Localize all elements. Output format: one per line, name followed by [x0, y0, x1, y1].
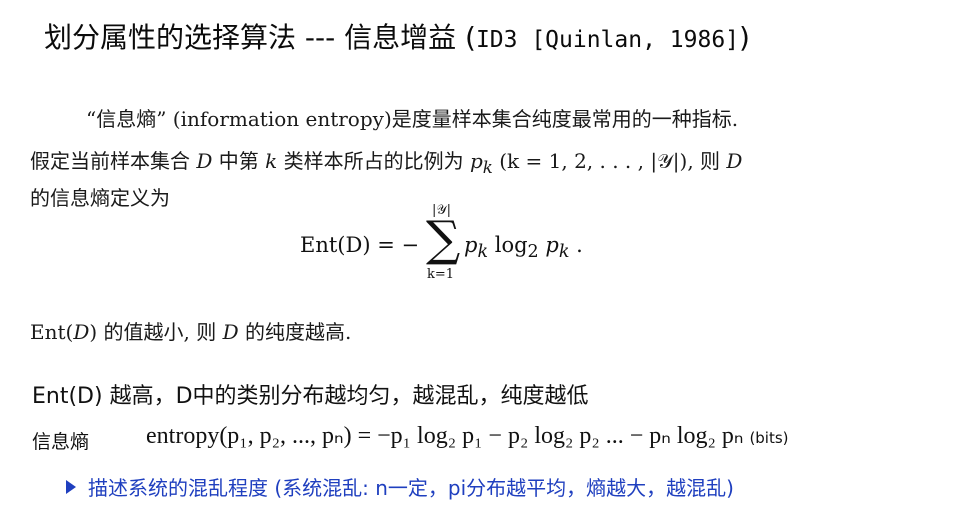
formula-log: log [488, 233, 528, 257]
formula-p: p [538, 233, 559, 257]
title-close: ) [739, 21, 750, 54]
var-sub-k: k [482, 158, 493, 177]
definition-intro: “信息熵” (information entropy)是度量样本集合纯度最常用的… [86, 107, 739, 131]
definition-line-2: 假定当前样本集合 D 中第 k 类样本所占的比例为 pk (k = 1, 2, … [30, 145, 742, 177]
text-segment: Ent( [30, 320, 74, 344]
definition-line-3: 的信息熵定义为 [30, 186, 170, 210]
text-segment: 中第 [212, 149, 266, 173]
var-p: p [469, 149, 483, 173]
entropy-label: 信息熵 [32, 431, 90, 453]
text-segment: 假定当前样本集合 [30, 149, 197, 173]
page-title: 划分属性的选择算法 --- 信息增益 (ID3 [Quinlan, 1986]) [44, 16, 750, 56]
formula-p: p [464, 233, 478, 257]
entropy-formula: entropy(p₁, p₂, ..., pₙ) = −p₁ log₂ p₁ −… [146, 421, 789, 450]
units-label: (bits) [749, 429, 789, 447]
text-segment: ) 的值越小, 则 [89, 320, 223, 344]
formula-log-base: 2 [527, 242, 539, 263]
summation-icon: ∑ [426, 211, 461, 267]
bullet-item: 描述系统的混乱程度 (系统混乱: n一定，pi分布越平均，熵越大，越混乱) [66, 472, 734, 501]
formula-sub: k [558, 242, 570, 263]
entropy-definition-formula: Ent(D) = − |𝒴| ∑ k=1 pk log2 pk . [300, 203, 630, 295]
conclusion-line: Ent(D) 的值越小, 则 D 的纯度越高. [30, 316, 351, 345]
var-k: k [265, 149, 278, 173]
title-reference: ID3 [Quinlan, 1986] [475, 27, 740, 53]
var-d: D [222, 320, 239, 344]
formula-rhs: pk log2 pk . [464, 233, 583, 262]
var-d: D [196, 149, 213, 173]
formula-end: . [569, 233, 583, 257]
entropy-note: Ent(D) 越高，D中的类别分布越均匀，越混乱，纯度越低 [32, 384, 589, 409]
var-d: D [726, 149, 743, 173]
triangle-bullet-icon [66, 480, 76, 494]
text-segment: 的纯度越高. [238, 320, 352, 344]
formula-sub: k [477, 242, 489, 263]
formula-lhs: Ent(D) = − [300, 233, 420, 257]
bullet-text: 描述系统的混乱程度 (系统混乱: n一定，pi分布越平均，熵越大，越混乱) [88, 476, 734, 500]
text-segment: (k = 1, 2, . . . , |𝒴|), 则 [492, 149, 727, 173]
sum-lower-limit: k=1 [427, 267, 455, 282]
title-main: 划分属性的选择算法 --- 信息增益 ( [44, 21, 476, 54]
entropy-formula-text: entropy(p₁, p₂, ..., pₙ) = −p₁ log₂ p₁ −… [146, 423, 744, 449]
var-d: D [73, 320, 90, 344]
text-segment: 类样本所占的比例为 [277, 149, 470, 173]
